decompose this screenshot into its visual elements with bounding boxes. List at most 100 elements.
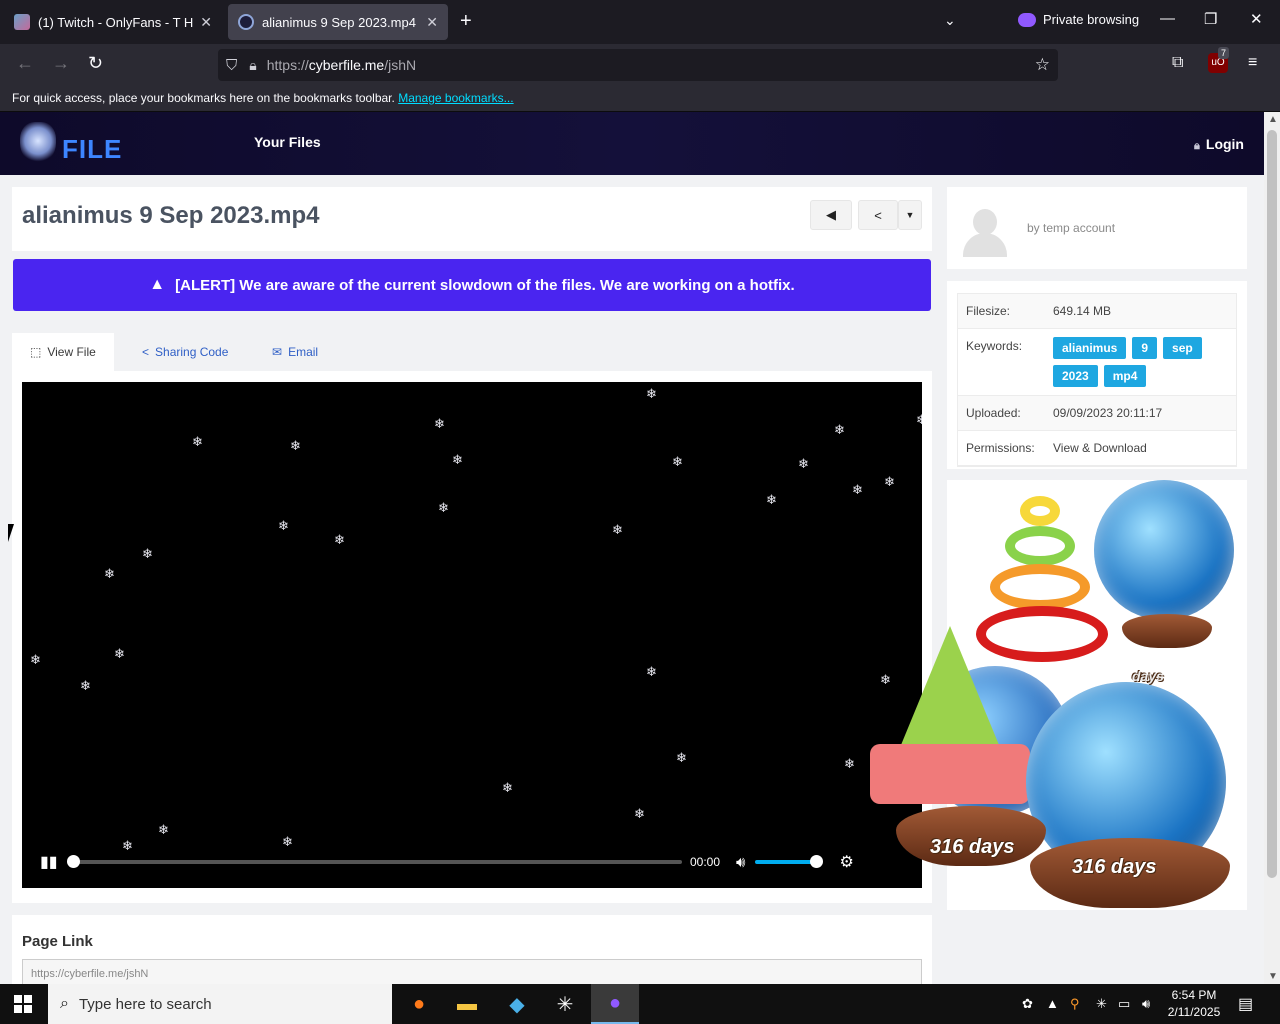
reload-icon[interactable]: ↻ (88, 53, 103, 74)
filesize-label: Filesize: (966, 304, 1011, 318)
windows-start-icon[interactable] (14, 995, 32, 1013)
snowflake-icon: ❄ (30, 652, 41, 667)
your-files-link[interactable]: Your Files (254, 134, 321, 150)
taskbar-search[interactable]: ⌕ Type here to search (48, 984, 392, 1024)
firefox-private-taskbar-icon[interactable]: ● (591, 984, 639, 1024)
player-controls: ▮▮ 00:00 🔊︎ ⚙ (22, 850, 922, 874)
taskbar-clock[interactable]: 6:54 PM 2/11/2025 (1162, 987, 1226, 1021)
cyberfile-favicon-icon (238, 14, 254, 30)
keyword-tag[interactable]: mp4 (1103, 365, 1147, 387)
file-explorer-icon[interactable]: ▬ (443, 984, 491, 1024)
progress-knob[interactable] (67, 855, 80, 868)
tray-search-icon[interactable]: ⚲ (1070, 996, 1080, 1012)
caret-down-icon: ▼ (905, 210, 915, 220)
bear-logo-icon (20, 121, 56, 164)
snowflake-icon: ❄ (672, 454, 683, 469)
owner-label: by temp account (1027, 221, 1116, 235)
new-tab-icon[interactable]: + (460, 10, 472, 33)
back-icon[interactable]: ← (16, 53, 34, 74)
close-tab-icon[interactable]: ✕ (426, 14, 438, 31)
envelope-icon: ✉ (272, 345, 283, 359)
minimize-icon[interactable]: — (1160, 10, 1175, 27)
share-dropdown-button[interactable]: ▼ (898, 200, 922, 230)
keyword-tag[interactable]: sep (1163, 337, 1202, 359)
tab-cyberfile[interactable]: alianimus 9 Sep 2023.mp4 ✕ (228, 4, 448, 40)
days-counter: 316 days (1072, 856, 1157, 878)
page-title: alianimus 9 Sep 2023.mp4 (22, 202, 320, 229)
scroll-down-icon[interactable]: ▼ (1268, 971, 1278, 982)
table-row: Permissions: View & Download (958, 431, 1236, 466)
url-host: cyberfile.me (308, 57, 385, 73)
shield-icon[interactable]: ⛉ (226, 57, 237, 74)
volume-icon[interactable]: 🔊︎ (736, 854, 745, 871)
file-tabs: ⬚ View File < Sharing Code ✉ Email (12, 333, 932, 371)
login-link[interactable]: 🔒︎ Login (1194, 136, 1244, 153)
network-icon[interactable]: ▭ (1118, 996, 1130, 1012)
tab-email[interactable]: ✉ Email (254, 333, 336, 371)
table-row: Keywords: alianimus 9 sep 2023 mp4 (958, 329, 1236, 396)
snowflake-icon: ❄ (916, 412, 922, 427)
firefox-taskbar-icon[interactable]: ● (395, 984, 443, 1024)
snowflake-icon: ❄ (452, 452, 463, 467)
page-scrollbar[interactable]: ▲ ▼ (1264, 112, 1280, 984)
bookmark-star-icon[interactable]: ☆ (1035, 55, 1050, 75)
private-browsing-label: Private browsing (1043, 12, 1140, 27)
play-pause-icon[interactable]: ▮▮ (40, 852, 60, 872)
christmas-decoration[interactable]: days 316 days 316 days (860, 476, 1260, 926)
close-window-icon[interactable]: ✕ (1250, 10, 1263, 28)
volume-slider[interactable] (755, 855, 824, 868)
clock-time: 6:54 PM (1171, 988, 1217, 1002)
tray-app-icon[interactable]: ✳ (1096, 996, 1107, 1012)
keyword-tag[interactable]: alianimus (1053, 337, 1127, 359)
private-browsing-indicator: Private browsing (1018, 12, 1139, 27)
snowflake-icon: ❄ (612, 522, 623, 537)
extensions-icon[interactable]: ⧉ (1172, 54, 1183, 72)
file-info-card: Filesize: 649.14 MB Keywords: alianimus … (947, 281, 1247, 469)
progress-bar[interactable] (67, 855, 682, 868)
video-player[interactable]: ❄ ❄ ❄ ❄ ❄ ❄ ❄ ❄ ❄ ❄ ❄ ❄ ❄ ❄ ❄ ❄ ❄ ❄ ❄ ❄ ❄ ❄ ❄ ❄ ❄ ❄ ❄ ❄ ❄ ❄ ▮▮ 00:00 … (22, 382, 922, 888)
url-bar[interactable]: ⛉ 🔒︎ https://cyberfile.me/jshN ☆ (218, 49, 1058, 81)
twitch-favicon-icon (14, 14, 30, 30)
maximize-icon[interactable]: ❐ (1204, 10, 1217, 28)
tab-label: View File (47, 345, 96, 359)
keyword-tag[interactable]: 2023 (1053, 365, 1098, 387)
speaker-icon[interactable]: 🔊︎ (1142, 996, 1150, 1012)
snowflake-icon: ❄ (676, 750, 687, 765)
arrow-left-icon: ◀ (826, 207, 836, 222)
menu-icon[interactable]: ≡ (1248, 54, 1257, 72)
file-info-table: Filesize: 649.14 MB Keywords: alianimus … (957, 293, 1237, 467)
share-button[interactable]: < (858, 200, 898, 230)
page-link-field[interactable]: https://cyberfile.me/jshN (22, 959, 922, 984)
url-text[interactable]: https://cyberfile.me/jshN (267, 57, 416, 73)
ublock-extension-icon[interactable]: uO 7 (1208, 47, 1230, 73)
bookmarks-hint: For quick access, place your bookmarks h… (12, 91, 395, 105)
forward-icon[interactable]: → (52, 53, 70, 74)
app-star-icon[interactable]: ✳ (541, 984, 589, 1024)
back-button[interactable]: ◀ (810, 200, 852, 230)
tray-app-icon[interactable]: ▲ (1046, 996, 1059, 1011)
scroll-up-icon[interactable]: ▲ (1268, 114, 1278, 125)
search-placeholder: Type here to search (78, 995, 212, 1013)
close-tab-icon[interactable]: ✕ (200, 14, 212, 31)
manage-bookmarks-link[interactable]: Manage bookmarks... (398, 91, 513, 105)
chevron-down-icon[interactable]: ⌄ (944, 12, 956, 29)
keyword-tag[interactable]: 9 (1132, 337, 1158, 359)
tab-twitch[interactable]: (1) Twitch - OnlyFans - T H I C C ✕ (4, 4, 222, 40)
extension-badge-count: 7 (1218, 47, 1230, 59)
gear-icon[interactable]: ⚙ (839, 852, 853, 872)
tab-view-file[interactable]: ⬚ View File (12, 333, 114, 371)
site-logo[interactable]: FILE (20, 120, 122, 165)
tray-app-icon[interactable]: ✿ (1022, 996, 1033, 1012)
snowflake-icon: ❄ (646, 664, 657, 679)
snowflake-icon: ❄ (634, 806, 645, 821)
app-taskbar-icon[interactable]: ◆ (493, 984, 541, 1024)
table-row: Uploaded: 09/09/2023 20:11:17 (958, 396, 1236, 431)
clock-date: 2/11/2025 (1167, 1005, 1221, 1019)
volume-knob[interactable] (810, 855, 824, 868)
tab-sharing-code[interactable]: < Sharing Code (124, 333, 246, 371)
scrollbar-thumb[interactable] (1267, 130, 1277, 878)
page-link-card: Page Link https://cyberfile.me/jshN (12, 915, 932, 984)
lock-icon[interactable]: 🔒︎ (249, 57, 256, 74)
file-title-card: alianimus 9 Sep 2023.mp4 ◀ < ▼ (12, 187, 932, 251)
notification-icon[interactable]: ▤ (1238, 994, 1253, 1014)
